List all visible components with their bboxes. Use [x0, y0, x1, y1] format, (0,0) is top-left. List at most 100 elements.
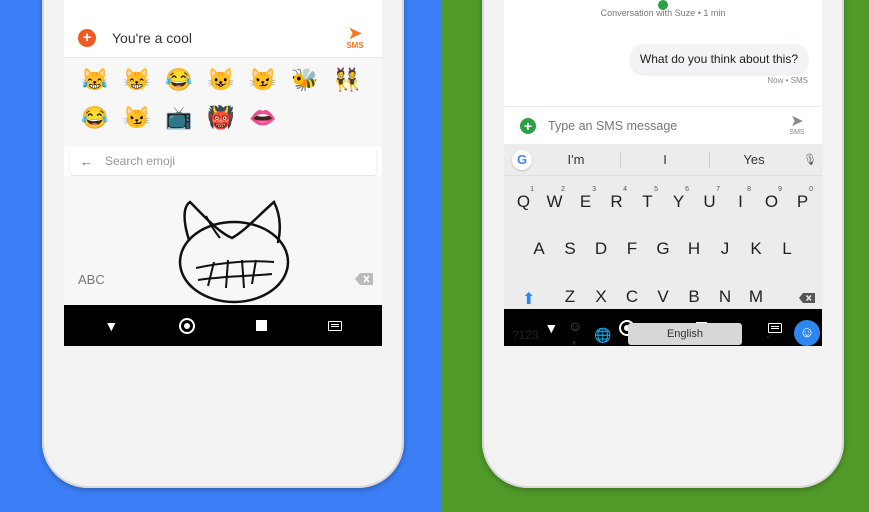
- key-h[interactable]: H: [679, 239, 710, 259]
- message-meta: Now • SMS: [767, 76, 808, 85]
- key-p[interactable]: P0: [787, 186, 818, 212]
- emoji-suggestions: 😹 😸 😂 😺 😼 🐝 👯 😂 😼 📺 👹 👄: [64, 58, 382, 146]
- send-label: SMS: [346, 41, 364, 50]
- emoji-suggestion[interactable]: 😹: [74, 64, 116, 96]
- nav-back-icon[interactable]: ▼: [104, 318, 118, 334]
- key-o[interactable]: O9: [756, 186, 787, 212]
- bottom-key-row: ?123 ☺, 🌐 English . ☺: [504, 319, 822, 350]
- keyboard-switch-icon[interactable]: [327, 320, 342, 331]
- back-arrow-icon[interactable]: ←: [80, 154, 93, 169]
- key-row-3: ZXCVBNM: [504, 287, 822, 307]
- key-row-1: Q1W2E3R4T5Y6U7I8O9P0: [504, 186, 822, 212]
- system-navbar-left: ▼: [64, 305, 382, 346]
- emoji-suggestion[interactable]: 👯: [326, 64, 368, 96]
- message-bubble[interactable]: What do you think about this?: [629, 44, 808, 74]
- left-panel: + You're a cool ➤ SMS 😹 😸 😂 😺 😼 🐝 👯 😂 😼 📺 👹 👄 ← Se…: [0, 0, 441, 512]
- nav-home-icon[interactable]: [179, 317, 196, 334]
- key-letter: R: [610, 192, 623, 211]
- key-number-hint: 0: [809, 186, 813, 193]
- key-number-hint: 9: [778, 186, 782, 193]
- key-q[interactable]: Q1: [508, 186, 539, 212]
- key-v[interactable]: V: [648, 287, 679, 307]
- key-i[interactable]: I8: [725, 186, 756, 212]
- nav-recents-icon[interactable]: [255, 320, 267, 331]
- key-number-hint: 6: [685, 186, 689, 193]
- key-letter: P: [796, 192, 809, 211]
- compose-bar: + You're a cool ➤ SMS: [64, 18, 382, 58]
- phone-frame-left: + You're a cool ➤ SMS 😹 😸 😂 😺 😼 🐝 👯 😂 😼 📺 👹 👄 ← Se…: [42, 0, 404, 488]
- key-letter: Q: [516, 192, 531, 211]
- key-f[interactable]: F: [617, 239, 648, 259]
- key-letter: Y: [672, 192, 685, 211]
- search-emoji-input[interactable]: Search emoji: [105, 154, 175, 168]
- emoji-suggestion[interactable]: 😸: [116, 64, 158, 96]
- key-x[interactable]: X: [586, 287, 617, 307]
- send-icon: ➤: [790, 113, 804, 130]
- key-letter: T: [642, 192, 653, 211]
- key-z[interactable]: Z: [555, 287, 586, 307]
- emoji-suggestion[interactable]: 🐝: [284, 64, 326, 96]
- emoji-suggestion[interactable]: 👄: [242, 102, 284, 134]
- abc-mode-key[interactable]: ABC: [78, 272, 105, 287]
- key-letter: O: [764, 192, 779, 211]
- suggestion-strip: G I'm I Yes 🎙: [504, 144, 822, 176]
- send-button[interactable]: ➤ SMS: [338, 24, 372, 50]
- key-s[interactable]: S: [555, 239, 586, 259]
- key-b[interactable]: B: [679, 287, 710, 307]
- period-key[interactable]: .: [766, 325, 770, 341]
- key-r[interactable]: R4: [601, 186, 632, 212]
- emoji-suggestion[interactable]: 😂: [74, 102, 116, 134]
- key-number-hint: 5: [654, 186, 658, 193]
- add-attachment-icon[interactable]: +: [520, 117, 536, 134]
- conversation-hint: Conversation with Suze • 1 min: [600, 8, 726, 18]
- sms-compose-bar: + Type an SMS message ➤ SMS: [504, 106, 822, 144]
- compose-input[interactable]: You're a cool: [112, 30, 338, 46]
- sms-input[interactable]: Type an SMS message: [548, 119, 782, 133]
- key-a[interactable]: A: [524, 239, 555, 259]
- right-panel: Conversation with Suze • 1 min What do y…: [441, 0, 869, 512]
- key-number-hint: 4: [623, 186, 627, 193]
- suggestion-1[interactable]: I'm: [532, 152, 620, 167]
- emoji-search-bar[interactable]: ← Search emoji: [70, 147, 376, 175]
- emoji-suggestion[interactable]: 😺: [200, 64, 242, 96]
- emoji-key-icon[interactable]: ☺: [794, 320, 820, 346]
- space-bar[interactable]: English: [628, 323, 742, 345]
- emoji-suggestion[interactable]: 😼: [242, 64, 284, 96]
- globe-icon[interactable]: 🌐: [594, 327, 611, 344]
- emoji-suggestion[interactable]: 📺: [158, 102, 200, 134]
- backspace-icon[interactable]: [354, 272, 374, 286]
- key-letter: E: [579, 192, 592, 211]
- emoji-row-1: 😹 😸 😂 😺 😼 🐝 👯: [74, 64, 368, 96]
- shift-key-icon[interactable]: ⬆: [522, 289, 535, 309]
- key-w[interactable]: W2: [539, 186, 570, 212]
- google-g-icon[interactable]: G: [512, 149, 532, 170]
- emoji-suggestion[interactable]: 😼: [116, 102, 158, 134]
- backspace-icon[interactable]: [798, 292, 816, 304]
- key-u[interactable]: U7: [694, 186, 725, 212]
- key-c[interactable]: C: [617, 287, 648, 307]
- add-attachment-icon[interactable]: +: [78, 28, 96, 47]
- symbols-key[interactable]: ?123: [512, 328, 539, 342]
- key-number-hint: 7: [716, 186, 720, 193]
- suggestion-2[interactable]: I: [621, 152, 709, 167]
- handwriting-canvas[interactable]: [64, 176, 382, 306]
- key-m[interactable]: M: [741, 287, 772, 307]
- key-number-hint: 3: [592, 186, 596, 193]
- key-g[interactable]: G: [648, 239, 679, 259]
- key-e[interactable]: E3: [570, 186, 601, 212]
- send-label: SMS: [789, 129, 805, 136]
- suggestion-3[interactable]: Yes: [710, 152, 798, 167]
- key-number-hint: 2: [561, 186, 565, 193]
- key-y[interactable]: Y6: [663, 186, 694, 212]
- key-j[interactable]: J: [710, 239, 741, 259]
- microphone-icon[interactable]: 🎙: [798, 153, 822, 166]
- key-l[interactable]: L: [772, 239, 803, 259]
- key-d[interactable]: D: [586, 239, 617, 259]
- emoji-suggestion[interactable]: 👹: [200, 102, 242, 134]
- key-n[interactable]: N: [710, 287, 741, 307]
- key-t[interactable]: T5: [632, 186, 663, 212]
- send-button[interactable]: ➤ SMS: [782, 113, 812, 137]
- key-k[interactable]: K: [741, 239, 772, 259]
- emoji-suggestion[interactable]: 😂: [158, 64, 200, 96]
- comma-key[interactable]: ☺,: [568, 319, 582, 345]
